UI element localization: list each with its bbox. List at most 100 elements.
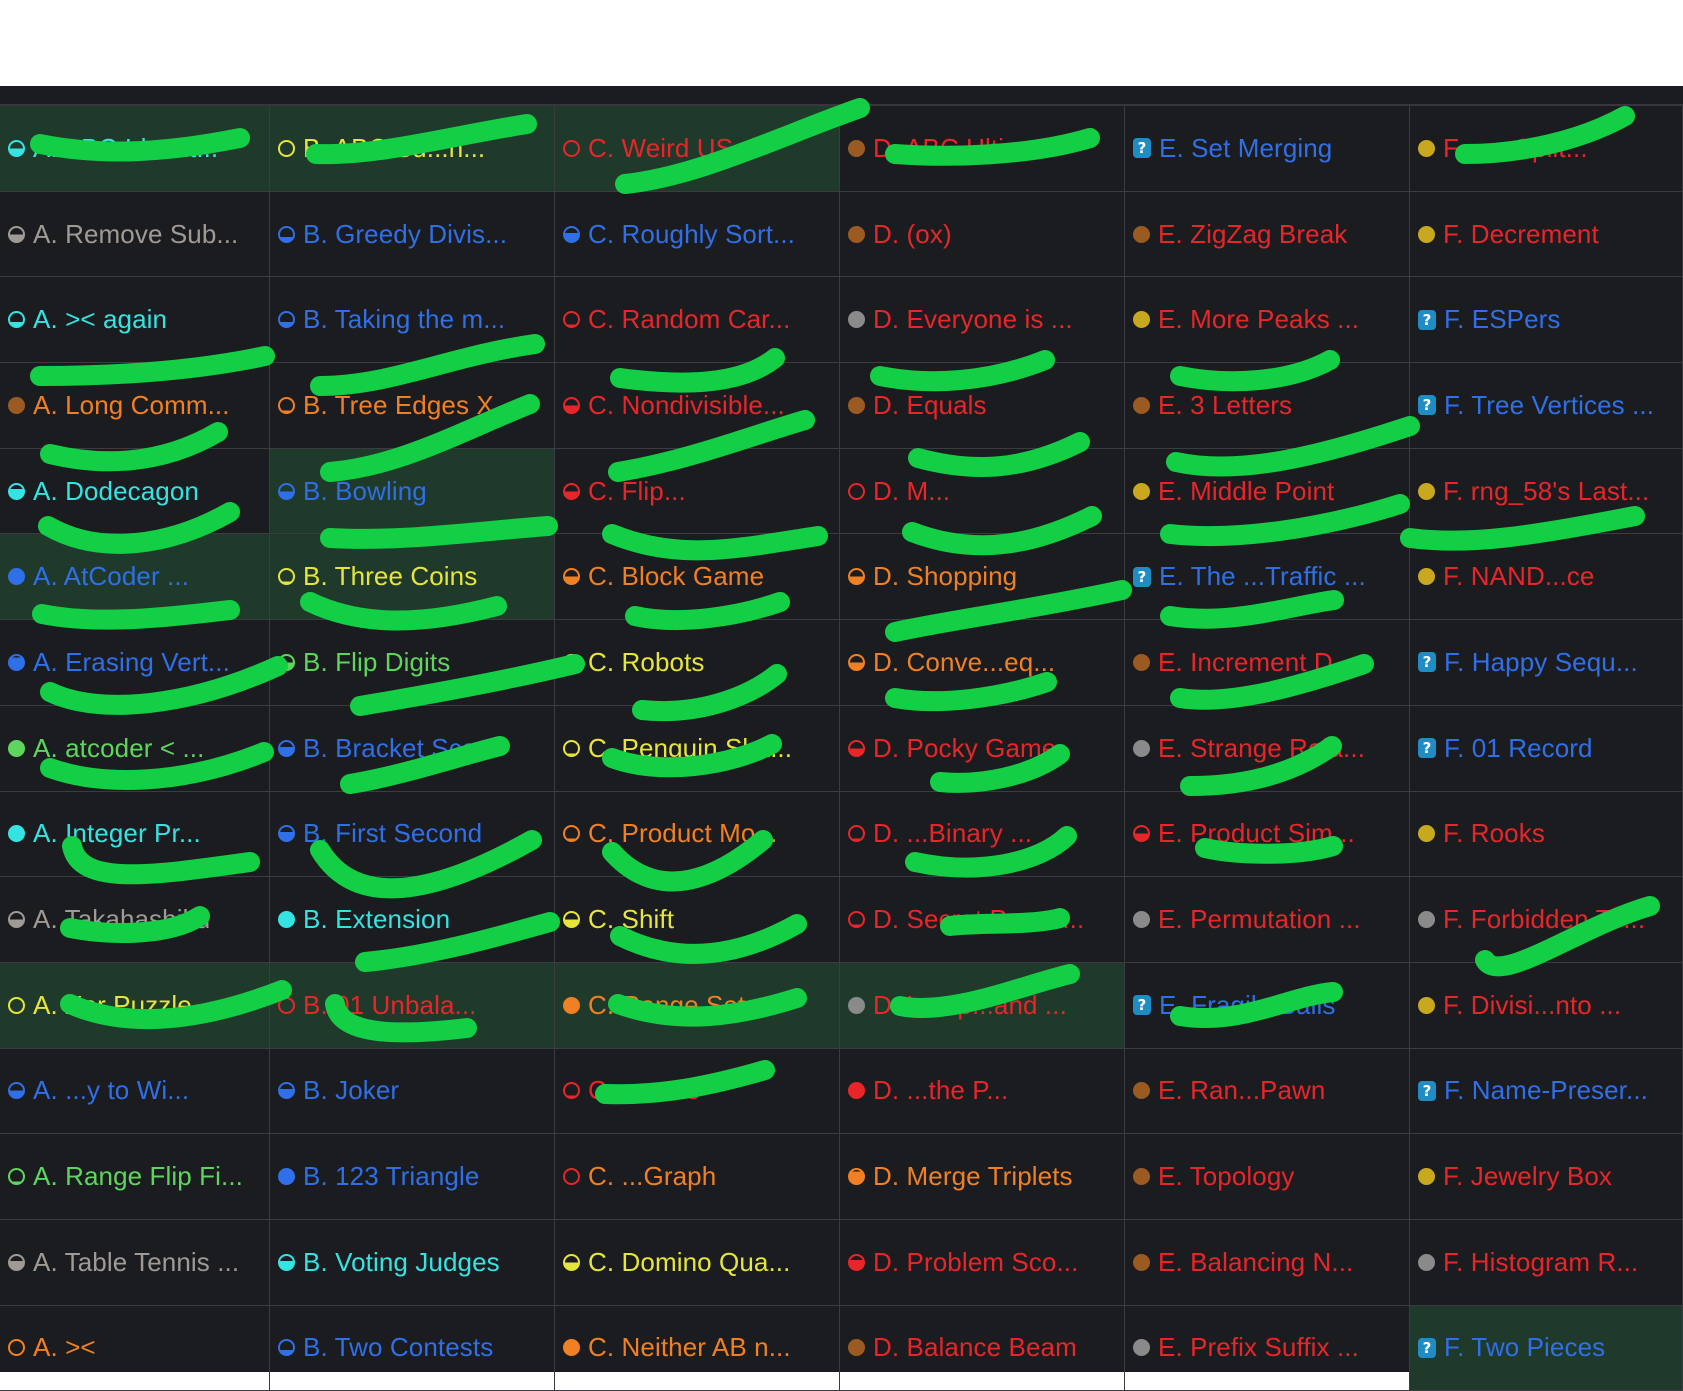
problem-cell[interactable]: ? E. The ...Traffic ... <box>1125 534 1410 621</box>
problem-cell[interactable]: B. Voting Judges <box>270 1219 555 1306</box>
problem-cell[interactable]: E. Balancing N... <box>1125 1219 1410 1306</box>
problem-cell[interactable]: E. ZigZag Break <box>1125 191 1410 278</box>
problem-title[interactable]: D. ...the P... <box>873 1075 1008 1106</box>
problem-cell[interactable]: A. >< <box>0 1305 270 1391</box>
problem-cell[interactable]: B. Bracket Score <box>270 705 555 792</box>
problem-cell[interactable]: E. Permutation ... <box>1125 877 1410 963</box>
problem-title[interactable]: F. Jewelry Box <box>1443 1161 1612 1192</box>
problem-cell[interactable]: C. Range Set <box>555 962 840 1049</box>
problem-cell[interactable]: D. Merge Triplets <box>840 1134 1125 1220</box>
problem-cell[interactable]: C. Domino Qua... <box>555 1219 840 1306</box>
problem-cell[interactable]: B. ABC Su...n... <box>270 106 555 192</box>
problem-title[interactable]: E. Middle Point <box>1158 476 1334 507</box>
problem-cell[interactable]: E. Middle Point <box>1125 448 1410 535</box>
problem-cell[interactable]: F. Decrement <box>1410 191 1683 278</box>
problem-title[interactable]: D. Problem Sco... <box>873 1247 1078 1278</box>
problem-cell[interactable]: E. Prefix Suffix ... <box>1125 1305 1410 1391</box>
problem-title[interactable]: D. Pocky Game <box>873 733 1056 764</box>
problem-cell[interactable]: A. Dodecagon <box>0 448 270 535</box>
problem-title[interactable]: A. Long Comm... <box>33 390 230 421</box>
problem-title[interactable]: C. Flip... <box>588 476 686 507</box>
problem-cell[interactable]: ? E. Fragile Balls <box>1125 962 1410 1049</box>
problem-title[interactable]: C. Robots <box>588 647 705 678</box>
problem-cell[interactable]: C. Shift <box>555 877 840 963</box>
problem-cell[interactable]: A. ABC Identit... <box>0 106 270 192</box>
problem-cell[interactable]: F. Histogram R... <box>1410 1219 1683 1306</box>
problem-cell[interactable]: F. ...e Split... <box>1410 106 1683 192</box>
problem-cell[interactable]: A. atcoder < ... <box>0 705 270 792</box>
problem-cell[interactable]: D. Equals <box>840 363 1125 449</box>
problem-cell[interactable]: D. Shopping <box>840 534 1125 621</box>
problem-cell[interactable]: F. Jewelry Box <box>1410 1134 1683 1220</box>
problem-title[interactable]: C. Weird US... <box>588 133 755 164</box>
problem-title[interactable]: E. Ran...Pawn <box>1158 1075 1326 1106</box>
problem-title[interactable]: F. Forbidden To... <box>1443 904 1645 935</box>
problem-title[interactable]: B. 01 Unbala... <box>303 990 477 1021</box>
problem-title[interactable]: B. Flip Digits <box>303 647 450 678</box>
problem-cell[interactable]: B. Taking the m... <box>270 277 555 364</box>
problem-cell[interactable]: E. Increment D... <box>1125 620 1410 706</box>
problem-title[interactable]: A. Table Tennis ... <box>33 1247 239 1278</box>
problem-title[interactable]: F. Rooks <box>1443 818 1545 849</box>
problem-title[interactable]: C. Neither AB n... <box>588 1332 791 1363</box>
problem-title[interactable]: E. ZigZag Break <box>1158 219 1347 250</box>
problem-title[interactable]: B. Bracket Score <box>303 733 500 764</box>
problem-title[interactable]: C. Shift <box>588 904 674 935</box>
problem-title[interactable]: A. Range Flip Fi... <box>33 1161 243 1192</box>
problem-cell[interactable]: A. AtCoder ... <box>0 534 270 621</box>
problem-title[interactable]: C. ...ence <box>588 1075 700 1106</box>
problem-cell[interactable]: F. Divisi...nto ... <box>1410 962 1683 1049</box>
problem-title[interactable]: D. Balance Beam <box>873 1332 1077 1363</box>
problem-cell[interactable]: A. Remove Sub... <box>0 191 270 278</box>
problem-cell[interactable]: E. Strange Rela... <box>1125 705 1410 792</box>
problem-title[interactable]: F. ...e Split... <box>1443 133 1588 164</box>
problem-cell[interactable]: A. Xor Puzzle <box>0 962 270 1049</box>
problem-title[interactable]: E. More Peaks ... <box>1158 304 1359 335</box>
problem-title[interactable]: E. The ...Traffic ... <box>1159 561 1366 592</box>
problem-cell[interactable]: C. Product Mo... <box>555 791 840 878</box>
problem-cell[interactable]: C. Flip... <box>555 448 840 535</box>
problem-title[interactable]: B. Taking the m... <box>303 304 505 335</box>
problem-cell[interactable]: B. Extension <box>270 877 555 963</box>
problem-title[interactable]: A. Xor Puzzle <box>33 990 192 1021</box>
problem-cell[interactable]: ? F. Tree Vertices ... <box>1410 363 1683 449</box>
problem-title[interactable]: F. Happy Sequ... <box>1444 647 1638 678</box>
problem-cell[interactable]: D. Everyone is ... <box>840 277 1125 364</box>
problem-cell[interactable]: D. Secret Passa... <box>840 877 1125 963</box>
problem-title[interactable]: E. Set Merging <box>1159 133 1332 164</box>
problem-title[interactable]: B. Bowling <box>303 476 427 507</box>
problem-cell[interactable]: E. 3 Letters <box>1125 363 1410 449</box>
problem-title[interactable]: F. Decrement <box>1443 219 1599 250</box>
problem-title[interactable]: B. First Second <box>303 818 482 849</box>
problem-cell[interactable]: E. Product Sim... <box>1125 791 1410 878</box>
problem-cell[interactable]: C. ...Graph <box>555 1134 840 1220</box>
problem-title[interactable]: C. Roughly Sort... <box>588 219 795 250</box>
problem-cell[interactable]: B. Two Contests <box>270 1305 555 1391</box>
problem-title[interactable]: C. Nondivisible... <box>588 390 785 421</box>
problem-title[interactable]: D. (ox) <box>873 219 952 250</box>
problem-title[interactable]: D. ABC Ultim... <box>873 133 1048 164</box>
problem-cell[interactable]: ? F. ESPers <box>1410 277 1683 364</box>
problem-title[interactable]: D. ...Binary ... <box>873 818 1032 849</box>
problem-title[interactable]: D. Merge Triplets <box>873 1161 1073 1192</box>
problem-cell[interactable]: C. Neither AB n... <box>555 1305 840 1391</box>
problem-title[interactable]: F. ESPers <box>1444 304 1561 335</box>
problem-cell[interactable]: B. Bowling <box>270 448 555 535</box>
problem-title[interactable]: F. Histogram R... <box>1443 1247 1638 1278</box>
problem-cell[interactable]: B. Joker <box>270 1048 555 1135</box>
problem-cell[interactable]: ? F. Two Pieces <box>1410 1305 1683 1391</box>
problem-title[interactable]: E. Prefix Suffix ... <box>1158 1332 1359 1363</box>
problem-cell[interactable]: B. Greedy Divis... <box>270 191 555 278</box>
problem-cell[interactable]: B. 01 Unbala... <box>270 962 555 1049</box>
problem-cell[interactable]: B. Flip Digits <box>270 620 555 706</box>
problem-title[interactable]: A. Erasing Vert... <box>33 647 230 678</box>
problem-cell[interactable]: E. More Peaks ... <box>1125 277 1410 364</box>
problem-title[interactable]: F. Tree Vertices ... <box>1444 390 1654 421</box>
problem-cell[interactable]: A. Integer Pr... <box>0 791 270 878</box>
problem-title[interactable]: A. Dodecagon <box>33 476 199 507</box>
problem-cell[interactable]: C. ...ence <box>555 1048 840 1135</box>
problem-cell[interactable]: F. Rooks <box>1410 791 1683 878</box>
problem-title[interactable]: C. Range Set <box>588 990 745 1021</box>
problem-cell[interactable]: F. NAND...ce <box>1410 534 1683 621</box>
problem-cell[interactable]: E. Ran...Pawn <box>1125 1048 1410 1135</box>
